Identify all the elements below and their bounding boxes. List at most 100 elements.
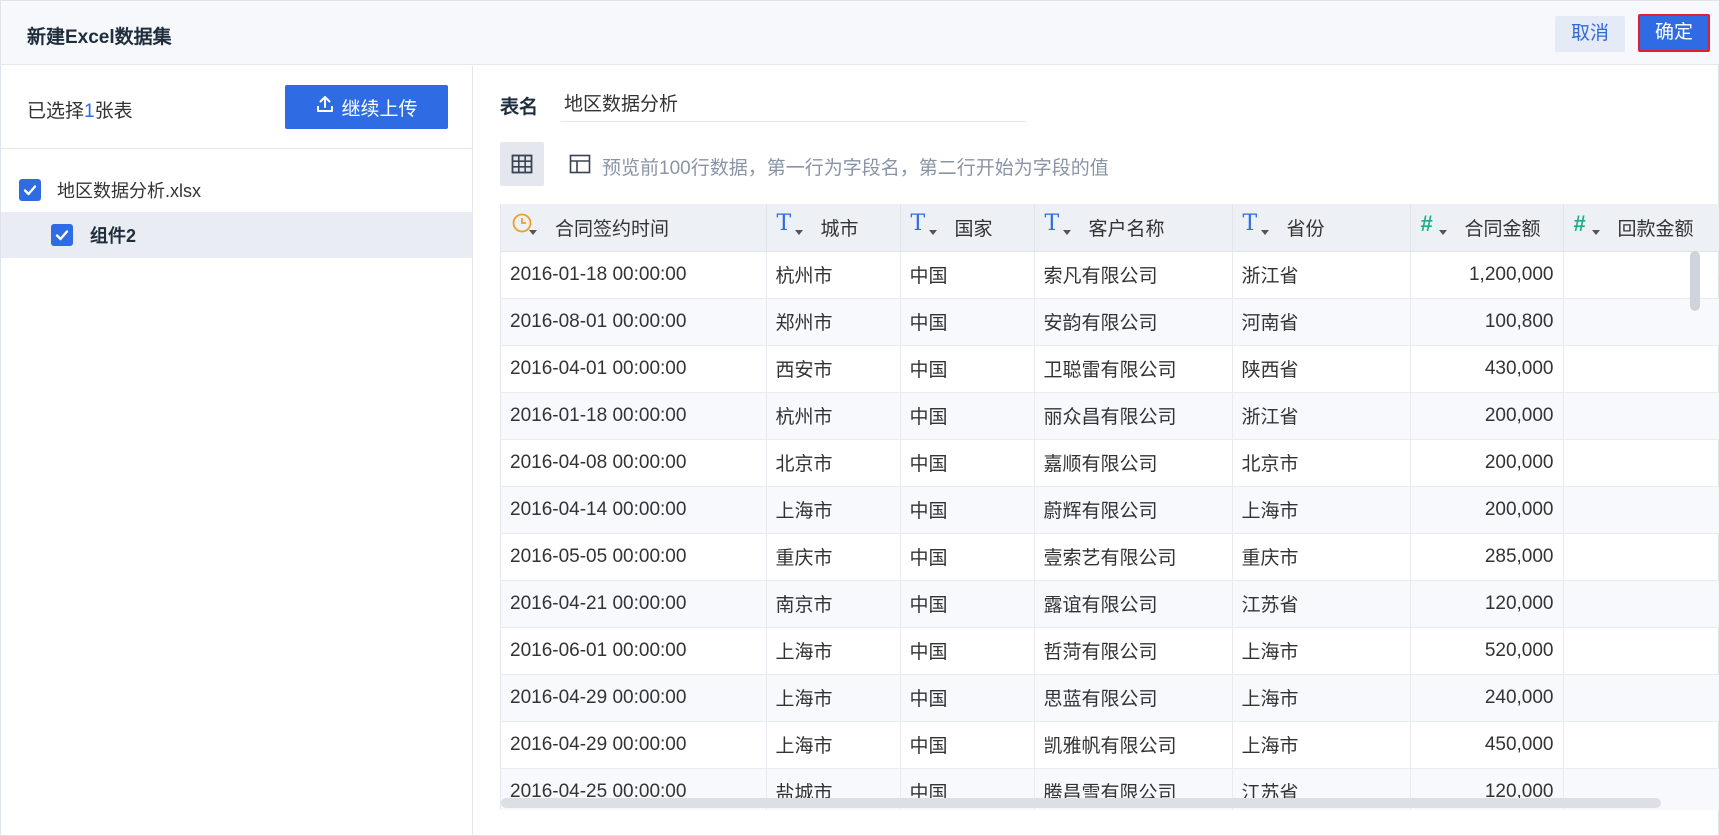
table-cell: 重庆市 xyxy=(766,533,901,581)
table-cell: 卫聪雷有限公司 xyxy=(1034,345,1233,393)
selected-prefix: 已选择 xyxy=(27,101,85,122)
number-type-icon[interactable]: # xyxy=(1421,212,1453,242)
table-cell: 露谊有限公司 xyxy=(1034,580,1233,628)
cancel-button[interactable]: 取消 xyxy=(1555,16,1625,52)
table-row: 2016-01-18 00:00:00 杭州市 中国 索凡有限公司 浙江省 1,200,0… xyxy=(501,251,1719,299)
table-name-input[interactable] xyxy=(561,84,1026,122)
table-cell: 上海市 xyxy=(766,721,901,769)
table-header-row: 合同签约时间 T 城市 T 国家 T 客户名称 T 省份 # 合同金额 # 回款金额 xyxy=(501,204,1719,252)
vertical-scrollbar[interactable] xyxy=(1690,251,1700,311)
column-header-customer[interactable]: T 客户名称 xyxy=(1034,204,1233,252)
check-icon xyxy=(23,185,37,196)
number-type-icon[interactable]: # xyxy=(1574,212,1606,242)
column-header-country[interactable]: T 国家 xyxy=(900,204,1035,252)
table-cell: 2016-04-01 00:00:00 xyxy=(501,345,767,393)
table-cell: 200,00 xyxy=(1563,392,1719,440)
layout-icon xyxy=(569,154,591,174)
table-cell: 2016-01-18 00:00:00 xyxy=(501,392,767,440)
continue-upload-button[interactable]: 继续上传 xyxy=(285,85,448,129)
column-header-province[interactable]: T 省份 xyxy=(1232,204,1411,252)
confirm-button[interactable]: 确定 xyxy=(1638,14,1710,52)
column-label: 省份 xyxy=(1286,218,1325,240)
table-row: 2016-04-29 00:00:00 上海市 中国 思蓝有限公司 上海市 240,000… xyxy=(501,674,1719,722)
table-cell: 2016-01-18 00:00:00 xyxy=(501,251,767,299)
table-cell: 中国 xyxy=(900,674,1035,722)
table-row: 2016-04-29 00:00:00 上海市 中国 凯雅帆有限公司 上海市 450,00… xyxy=(501,721,1719,769)
column-header-contract-time[interactable]: 合同签约时间 xyxy=(501,204,767,252)
column-label: 客户名称 xyxy=(1088,218,1165,240)
file-name: 地区数据分析.xlsx xyxy=(57,181,201,201)
table-row: 2016-04-21 00:00:00 南京市 中国 露谊有限公司 江苏省 120,000… xyxy=(501,580,1719,628)
table-cell: 中国 xyxy=(900,721,1035,769)
text-type-icon[interactable]: T xyxy=(1243,212,1275,242)
text-type-icon[interactable]: T xyxy=(1045,212,1077,242)
table-cell: 285,00 xyxy=(1563,533,1719,581)
table-cell: 450,000 xyxy=(1410,721,1564,769)
grid-view-button[interactable] xyxy=(500,142,544,186)
table-cell: 中国 xyxy=(900,298,1035,346)
table-cell: 重庆市 xyxy=(1232,533,1411,581)
text-type-icon[interactable]: T xyxy=(777,212,809,242)
table-cell: 河南省 xyxy=(1232,298,1411,346)
sheet-selection-panel: 已选择1张表 继续上传 地区数据分析.xlsx 组件2 xyxy=(1,66,473,836)
sheet-checkbox[interactable] xyxy=(51,224,73,246)
table-cell: 200,000 xyxy=(1410,439,1564,487)
table-cell: 2016-04-29 00:00:00 xyxy=(501,721,767,769)
table-cell: 200,00 xyxy=(1563,486,1719,534)
divider xyxy=(1,148,473,149)
table-cell: 285,000 xyxy=(1410,533,1564,581)
table-cell: 浙江省 xyxy=(1232,392,1411,440)
table-cell: 蔚辉有限公司 xyxy=(1034,486,1233,534)
table-cell: 2016-08-01 00:00:00 xyxy=(501,298,767,346)
table-cell: 1,200,000 xyxy=(1410,251,1564,299)
table-cell: 120,000 xyxy=(1410,580,1564,628)
table-cell: 上海市 xyxy=(766,627,901,675)
horizontal-scrollbar[interactable] xyxy=(501,798,1661,808)
table-cell: 中国 xyxy=(900,533,1035,581)
table-cell: 杭州市 xyxy=(766,392,901,440)
table-cell: 2016-06-01 00:00:00 xyxy=(501,627,767,675)
column-label: 城市 xyxy=(820,218,859,240)
column-label: 国家 xyxy=(954,218,993,240)
sheet-item[interactable]: 组件2 xyxy=(1,212,472,258)
table-cell: 200,000 xyxy=(1410,392,1564,440)
table-cell: 上海市 xyxy=(1232,627,1411,675)
preview-panel: 表名 预览前100行数据，第一行为字段名，第二行开始为字段的值 合同签约时间 T… xyxy=(474,66,1719,836)
continue-upload-label: 继续上传 xyxy=(341,98,418,120)
table-cell: 安韵有限公司 xyxy=(1034,298,1233,346)
table-cell: 上海市 xyxy=(1232,674,1411,722)
column-label: 回款金额 xyxy=(1617,218,1694,240)
upload-icon xyxy=(315,94,335,120)
file-item[interactable]: 地区数据分析.xlsx xyxy=(1,168,472,212)
column-label: 合同签约时间 xyxy=(555,218,670,240)
table-cell: 上海市 xyxy=(1232,721,1411,769)
table-cell: 中国 xyxy=(900,486,1035,534)
table-row: 2016-01-18 00:00:00 杭州市 中国 丽众昌有限公司 浙江省 200,00… xyxy=(501,392,1719,440)
table-cell: 壹索艺有限公司 xyxy=(1034,533,1233,581)
table-cell: 西安市 xyxy=(766,345,901,393)
data-preview-table: 合同签约时间 T 城市 T 国家 T 客户名称 T 省份 # 合同金额 # 回款金额 201… xyxy=(500,204,1719,810)
table-cell: 2016-04-21 00:00:00 xyxy=(501,580,767,628)
column-header-contract-amount[interactable]: # 合同金额 xyxy=(1410,204,1564,252)
file-checkbox[interactable] xyxy=(19,179,41,201)
sheet-name: 组件2 xyxy=(90,226,137,246)
table-cell: 丽众昌有限公司 xyxy=(1034,392,1233,440)
table-cell: 200,000 xyxy=(1410,486,1564,534)
structure-view-button[interactable] xyxy=(558,142,602,186)
column-header-city[interactable]: T 城市 xyxy=(766,204,901,252)
column-header-payment-amount[interactable]: # 回款金额 xyxy=(1563,204,1719,252)
table-cell: 120,00 xyxy=(1563,580,1719,628)
dialog-header: 新建Excel数据集 取消 确定 xyxy=(1,1,1719,65)
table-cell: 嘉顺有限公司 xyxy=(1034,439,1233,487)
table-name-label: 表名 xyxy=(500,97,539,118)
table-cell: 中国 xyxy=(900,580,1035,628)
table-cell: 中国 xyxy=(900,345,1035,393)
text-type-icon[interactable]: T xyxy=(911,212,943,242)
table-cell: 北京市 xyxy=(766,439,901,487)
table-cell: 中国 xyxy=(900,627,1035,675)
clock-icon[interactable] xyxy=(511,212,543,242)
table-cell: 中国 xyxy=(900,439,1035,487)
table-cell: 430,000 xyxy=(1410,345,1564,393)
dialog-title: 新建Excel数据集 xyxy=(27,27,172,48)
table-row: 2016-05-05 00:00:00 重庆市 中国 壹索艺有限公司 重庆市 285,00… xyxy=(501,533,1719,581)
